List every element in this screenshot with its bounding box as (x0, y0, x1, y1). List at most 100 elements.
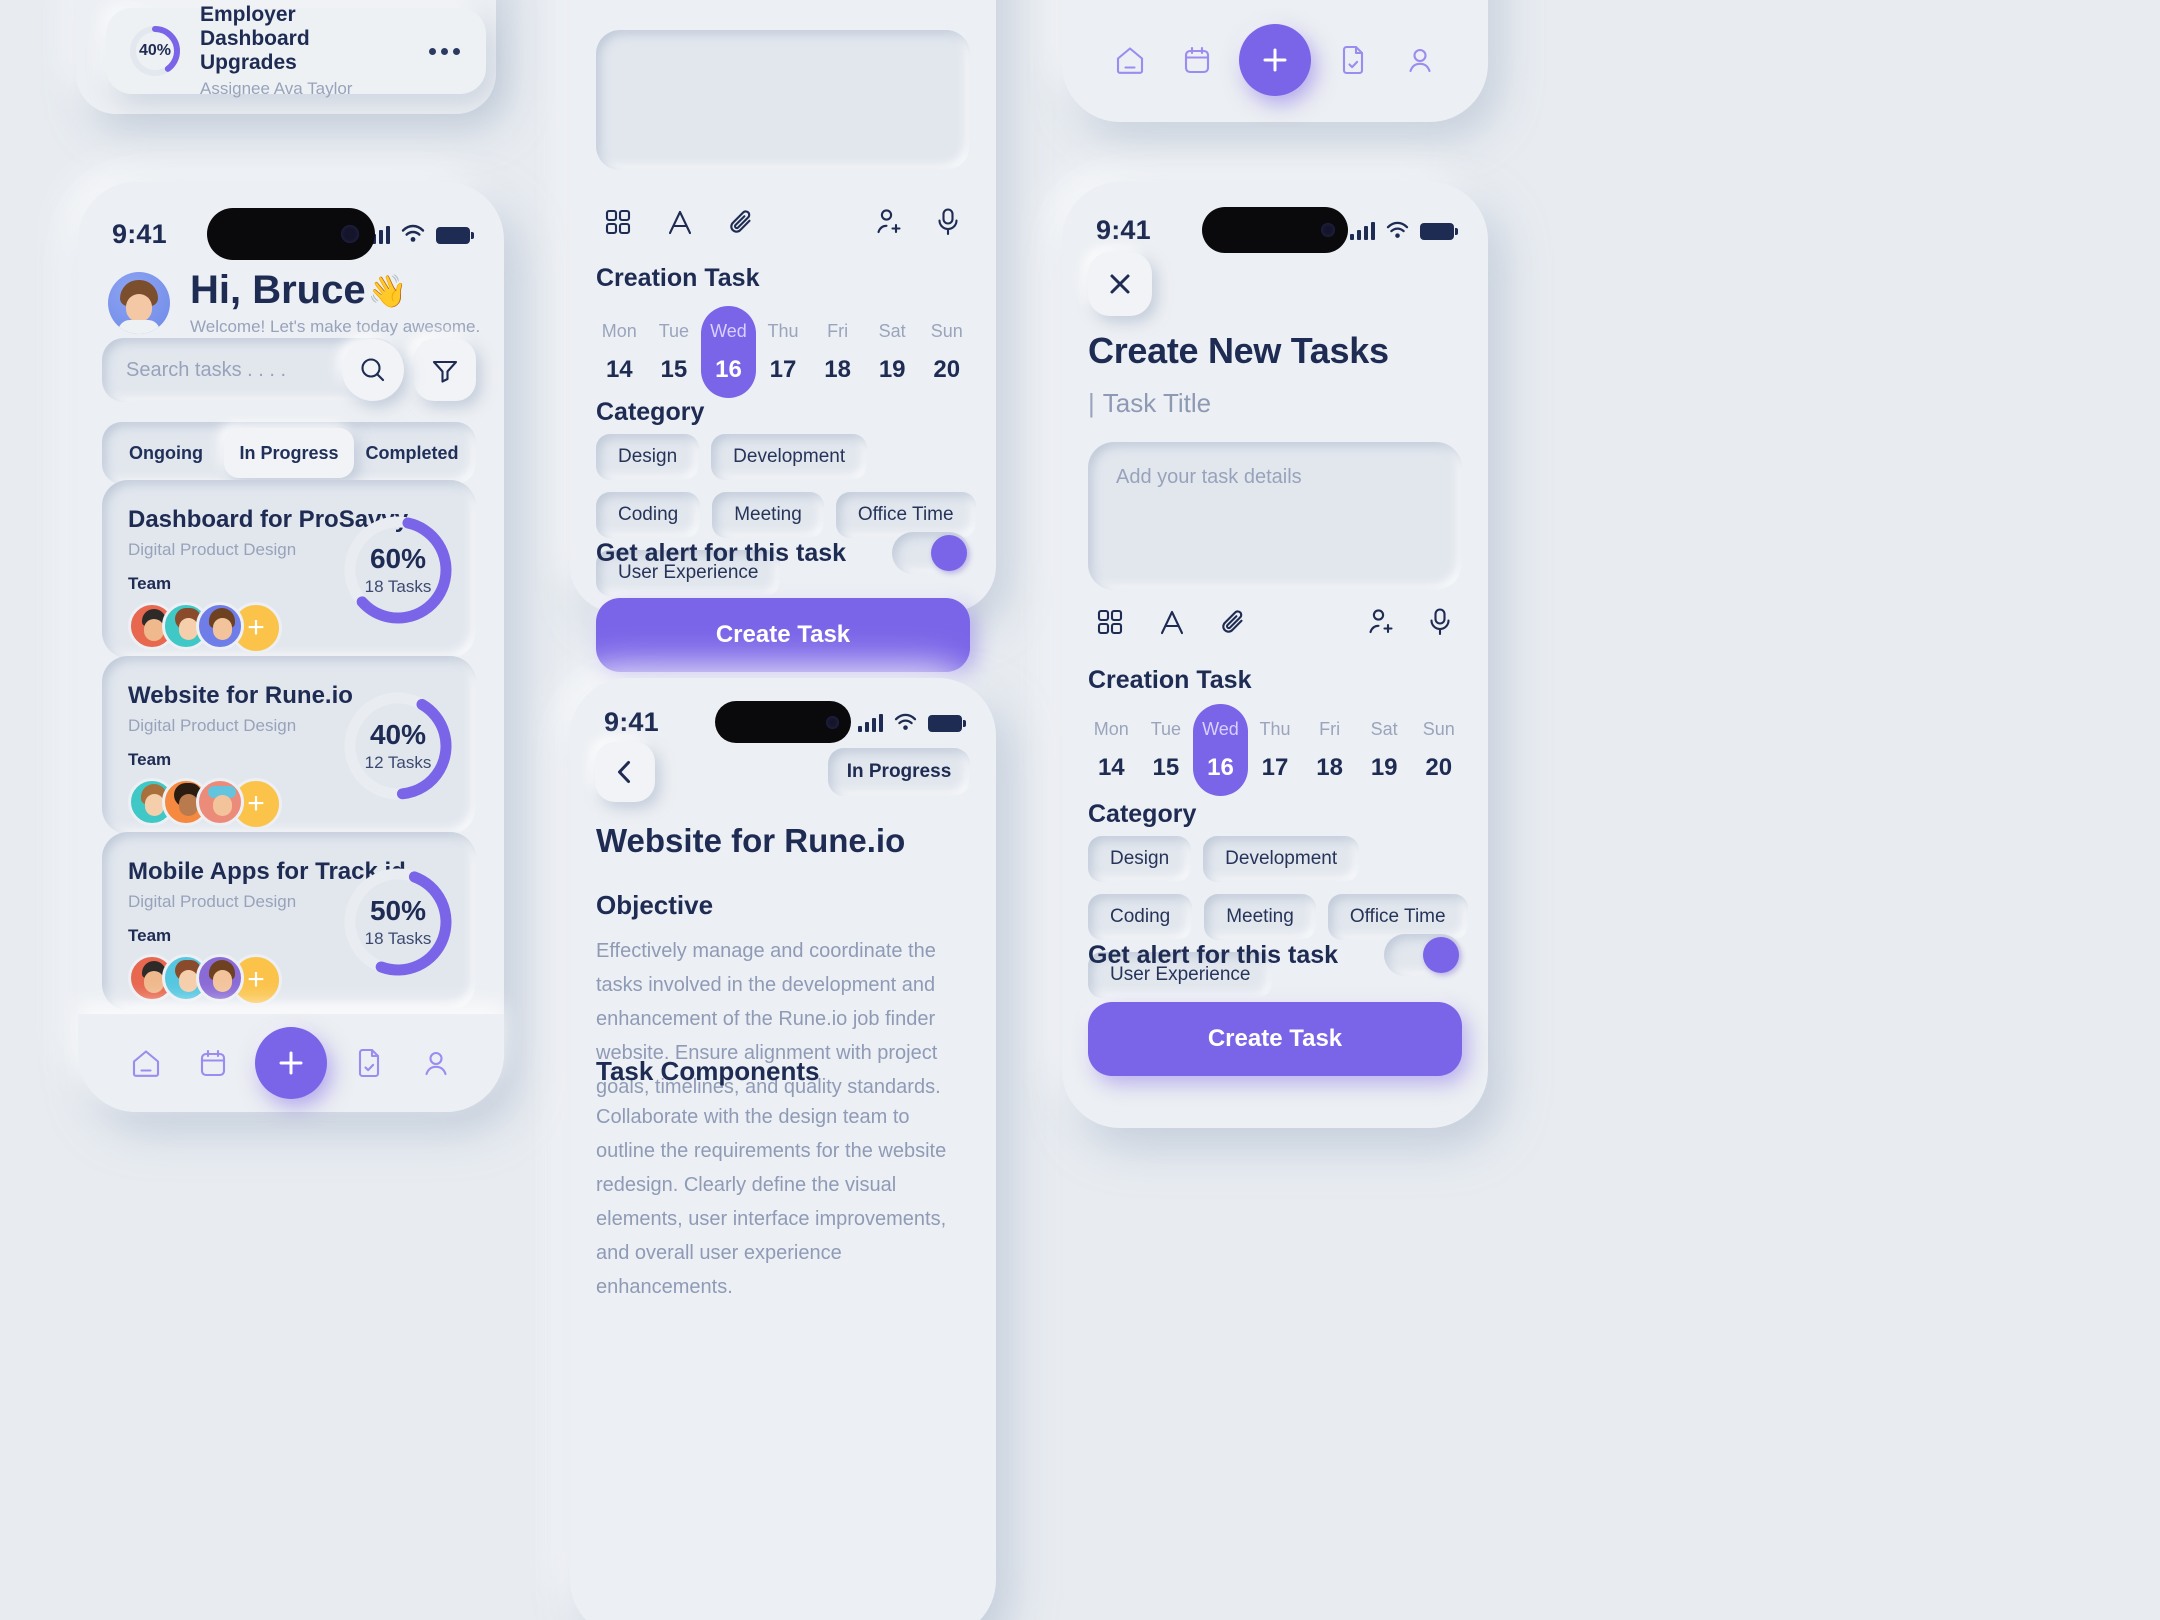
search-icon[interactable] (342, 339, 404, 401)
create-status-bar: 9:41 (1062, 200, 1488, 260)
create-title: Create New Tasks (1088, 330, 1389, 371)
tab-completed-label: Completed (365, 442, 459, 463)
status-time: 9:41 (1096, 214, 1151, 245)
create-task-phone-frame: 9:41 Create New Tasks | Task Title Add y… (1062, 182, 1488, 1128)
grid-icon[interactable] (596, 200, 640, 244)
attachment-icon[interactable] (720, 200, 764, 244)
attachment-icon[interactable] (1212, 600, 1256, 644)
task-progress-donut: 60% 18 Tasks (342, 514, 454, 626)
day-option-selected[interactable]: Wed 16 (1193, 704, 1248, 796)
tab-ongoing[interactable]: Ongoing (108, 428, 224, 478)
day-option[interactable]: Mon 14 (592, 306, 647, 398)
task-details-textarea[interactable]: Add your task details (1088, 442, 1462, 590)
text-format-icon[interactable] (658, 200, 702, 244)
home-status-bar: 9:41 (78, 204, 504, 264)
tab-in-progress[interactable]: In Progress (224, 428, 354, 478)
back-button[interactable] (595, 742, 655, 802)
category-chip[interactable]: Design (596, 434, 700, 480)
close-button[interactable] (1088, 252, 1152, 316)
microphone-icon[interactable] (926, 200, 970, 244)
add-person-icon[interactable] (868, 200, 912, 244)
home-phone-frame: 9:41 Hi, Bruce 👋 Welcome! Let's make tod… (78, 182, 504, 1112)
category-chip[interactable]: Development (711, 434, 868, 480)
category-chip[interactable]: Design (1088, 836, 1192, 882)
task-count: 18 Tasks (364, 577, 432, 596)
day-option[interactable]: Tue 15 (647, 306, 702, 398)
editor-toolbar (596, 200, 970, 244)
text-format-icon[interactable] (1150, 600, 1194, 644)
dynamic-island (715, 701, 851, 743)
task-percent: 50% (369, 895, 427, 926)
team-avatar (196, 602, 244, 650)
task-card[interactable]: Dashboard for ProSavvy Digital Product D… (102, 480, 476, 658)
tab-in-progress-label: In Progress (239, 442, 339, 463)
nav-item-documents[interactable] (343, 1037, 395, 1089)
dynamic-island (1202, 207, 1348, 253)
nav-item-home[interactable] (120, 1037, 172, 1089)
search-input[interactable]: Search tasks . . . . (126, 359, 286, 382)
add-person-icon[interactable] (1360, 600, 1404, 644)
bottom-nav (78, 1014, 504, 1112)
team-avatar (196, 954, 244, 1002)
category-chip[interactable]: Development (1203, 836, 1360, 882)
day-option[interactable]: Sat 19 (865, 306, 920, 398)
filter-icon[interactable] (414, 339, 476, 401)
task-details-textarea[interactable] (596, 30, 970, 170)
day-option[interactable]: Fri 18 (810, 306, 865, 398)
day-option[interactable]: Thu 17 (1248, 704, 1303, 796)
task-percent: 60% (369, 543, 427, 574)
more-horizontal-icon[interactable] (429, 47, 464, 55)
day-option[interactable]: Sun 20 (919, 306, 974, 398)
day-picker: Mon 14 Tue 15 Wed 16 Thu 17 Fri 18 Sat 19 Sun 2… (1084, 704, 1466, 796)
battery-icon (1420, 223, 1458, 240)
components-body: Collaborate with the design team to outl… (596, 1106, 947, 1298)
create-task-button[interactable]: Create Task (596, 598, 970, 672)
tab-completed[interactable]: Completed (354, 428, 470, 478)
status-time: 9:41 (604, 706, 659, 737)
tab-ongoing-label: Ongoing (129, 442, 203, 463)
floating-task-card[interactable]: 40% Employer Dashboard Upgrades Assignee… (106, 3, 486, 98)
nav-item-calendar[interactable] (1171, 34, 1223, 86)
nav-item-calendar[interactable] (187, 1037, 239, 1089)
chevron-left-icon (618, 761, 630, 783)
floating-card-title: Employer Dashboard Upgrades (200, 3, 310, 74)
day-option[interactable]: Thu 17 (756, 306, 811, 398)
day-option[interactable]: Sun 20 (1411, 704, 1466, 796)
alert-toggle[interactable] (892, 532, 970, 574)
task-progress-donut: 50% 18 Tasks (342, 866, 454, 978)
search-input-wrap[interactable]: Search tasks . . . . (102, 338, 404, 402)
nav-item-home[interactable] (1104, 34, 1156, 86)
day-option[interactable]: Mon 14 (1084, 704, 1139, 796)
day-option[interactable]: Fri 18 (1302, 704, 1357, 796)
search-row: Search tasks . . . . (102, 338, 476, 402)
alert-toggle-row: Get alert for this task (1088, 934, 1462, 976)
nav-item-documents[interactable] (1327, 34, 1379, 86)
task-card[interactable]: Mobile Apps for Track.id Digital Product… (102, 832, 476, 1010)
task-count: 18 Tasks (364, 929, 432, 948)
nav-item-add-fab[interactable] (1238, 24, 1311, 96)
day-option[interactable]: Tue 15 (1139, 704, 1194, 796)
objective-heading: Objective (596, 890, 714, 920)
avatar[interactable] (108, 271, 170, 334)
microphone-icon[interactable] (1418, 600, 1462, 644)
task-title-field[interactable]: | Task Title (1088, 388, 1211, 419)
components-heading: Task Components (596, 1056, 820, 1086)
screenshot-root: 40% Employer Dashboard Upgrades Assignee… (0, 0, 2160, 1620)
greeting-subtitle: Welcome! Let's make today awesome. (190, 317, 481, 336)
create-task-button[interactable]: Create Task (1088, 1002, 1462, 1076)
wave-emoji: 👋 (367, 272, 408, 309)
alert-toggle[interactable] (1384, 934, 1462, 976)
task-title-placeholder: Task Title (1102, 388, 1212, 418)
floating-card-progress-donut: 40% (128, 24, 182, 78)
alert-label: Get alert for this task (1088, 940, 1339, 969)
page-title: Hi, Bruce (190, 268, 366, 312)
day-option[interactable]: Sat 19 (1357, 704, 1412, 796)
battery-icon (436, 227, 474, 244)
day-option-selected[interactable]: Wed 16 (701, 306, 756, 398)
nav-item-add-fab[interactable] (254, 1027, 327, 1099)
top-nav-items (1062, 6, 1488, 114)
task-card[interactable]: Website for Rune.io Digital Product Desi… (102, 656, 476, 834)
nav-item-profile[interactable] (1394, 34, 1446, 86)
nav-item-profile[interactable] (410, 1037, 462, 1089)
grid-icon[interactable] (1088, 600, 1132, 644)
